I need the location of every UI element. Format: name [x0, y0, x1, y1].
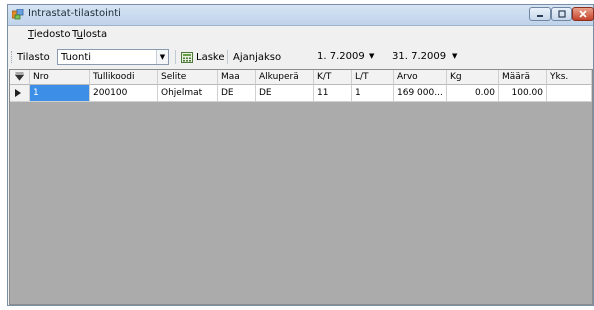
cell-nro[interactable]: 1	[30, 85, 90, 102]
menu-tulosta[interactable]: Tulosta	[72, 29, 107, 40]
maximize-button[interactable]	[551, 7, 572, 21]
minimize-button[interactable]	[529, 7, 551, 21]
maximize-icon	[552, 8, 571, 20]
row-header[interactable]	[10, 85, 30, 102]
date-from-picker[interactable]: 1. 7.2009 ▼	[314, 49, 380, 65]
column-header-maa[interactable]: Maa	[218, 70, 256, 85]
cell-alkupera[interactable]: DE	[256, 85, 314, 102]
filter-icon	[14, 72, 25, 81]
close-icon	[573, 8, 593, 20]
current-row-icon	[15, 88, 21, 97]
cell-tullikoodi[interactable]: 200100	[90, 85, 158, 102]
column-header-alkupera[interactable]: Alkuperä	[256, 70, 314, 85]
chevron-down-icon[interactable]: ▼	[156, 50, 168, 64]
menu-tulosta-label: losta	[82, 29, 108, 40]
minimize-icon	[530, 8, 550, 20]
column-header-kg[interactable]: Kg	[447, 70, 499, 85]
date-to-value: 31. 7.2009	[392, 51, 447, 62]
tilasto-value: Tuonti	[61, 52, 92, 63]
calculator-icon[interactable]	[181, 52, 193, 63]
column-header-arvo[interactable]: Arvo	[394, 70, 447, 85]
column-header-kt[interactable]: K/T	[314, 70, 352, 85]
app-icon	[12, 9, 24, 20]
chevron-down-icon[interactable]: ▼	[452, 52, 457, 60]
chevron-down-icon[interactable]: ▼	[369, 52, 374, 60]
column-header-nro[interactable]: Nro	[30, 70, 90, 85]
tilasto-label: Tilasto	[17, 52, 50, 63]
date-to-picker[interactable]: 31. 7.2009 ▼	[389, 49, 459, 65]
date-from-value: 1. 7.2009	[317, 51, 365, 62]
close-button[interactable]	[572, 7, 594, 21]
ajanjakso-label: Ajanjakso	[233, 52, 282, 63]
column-header-maara[interactable]: Määrä	[499, 70, 547, 85]
cell-kt[interactable]: 11	[314, 85, 352, 102]
menu-tiedosto-label: iedosto	[33, 29, 71, 40]
cell-kg[interactable]: 0.00	[447, 85, 499, 102]
cell-yks[interactable]	[547, 85, 592, 102]
main-window: Intrastat-tilastointi Tiedosto Tulosta T…	[7, 4, 594, 306]
toolbar-separator	[227, 50, 228, 64]
cell-lt[interactable]: 1	[352, 85, 394, 102]
laske-button[interactable]: Laske	[196, 52, 225, 63]
data-grid[interactable]: Nro Tullikoodi Selite Maa Alkuperä K/T L…	[9, 69, 593, 305]
select-all-header[interactable]	[10, 70, 30, 85]
cell-arvo[interactable]: 169 000...	[394, 85, 447, 102]
grid-body: Nro Tullikoodi Selite Maa Alkuperä K/T L…	[10, 70, 592, 304]
grid-empty-area[interactable]	[10, 103, 592, 304]
menu-tiedosto[interactable]: Tiedosto	[28, 29, 70, 40]
column-header-yks[interactable]: Yks.	[547, 70, 592, 85]
cell-maa[interactable]: DE	[218, 85, 256, 102]
toolbar: Tilasto Tuonti ▼ Laske Ajanjakso 1. 7.20…	[8, 46, 593, 68]
column-header-selite[interactable]: Selite	[158, 70, 218, 85]
column-header-tullikoodi[interactable]: Tullikoodi	[90, 70, 158, 85]
menu-bar: Tiedosto Tulosta	[8, 26, 593, 44]
toolbar-separator	[175, 50, 176, 64]
tilasto-combobox[interactable]: Tuonti ▼	[57, 49, 169, 65]
cell-maara[interactable]: 100.00	[499, 85, 547, 102]
toolbar-grip[interactable]	[11, 51, 15, 63]
title-bar[interactable]: Intrastat-tilastointi	[8, 5, 594, 26]
window-title: Intrastat-tilastointi	[28, 8, 121, 19]
cell-selite[interactable]: Ohjelmat	[158, 85, 218, 102]
column-header-lt[interactable]: L/T	[352, 70, 394, 85]
